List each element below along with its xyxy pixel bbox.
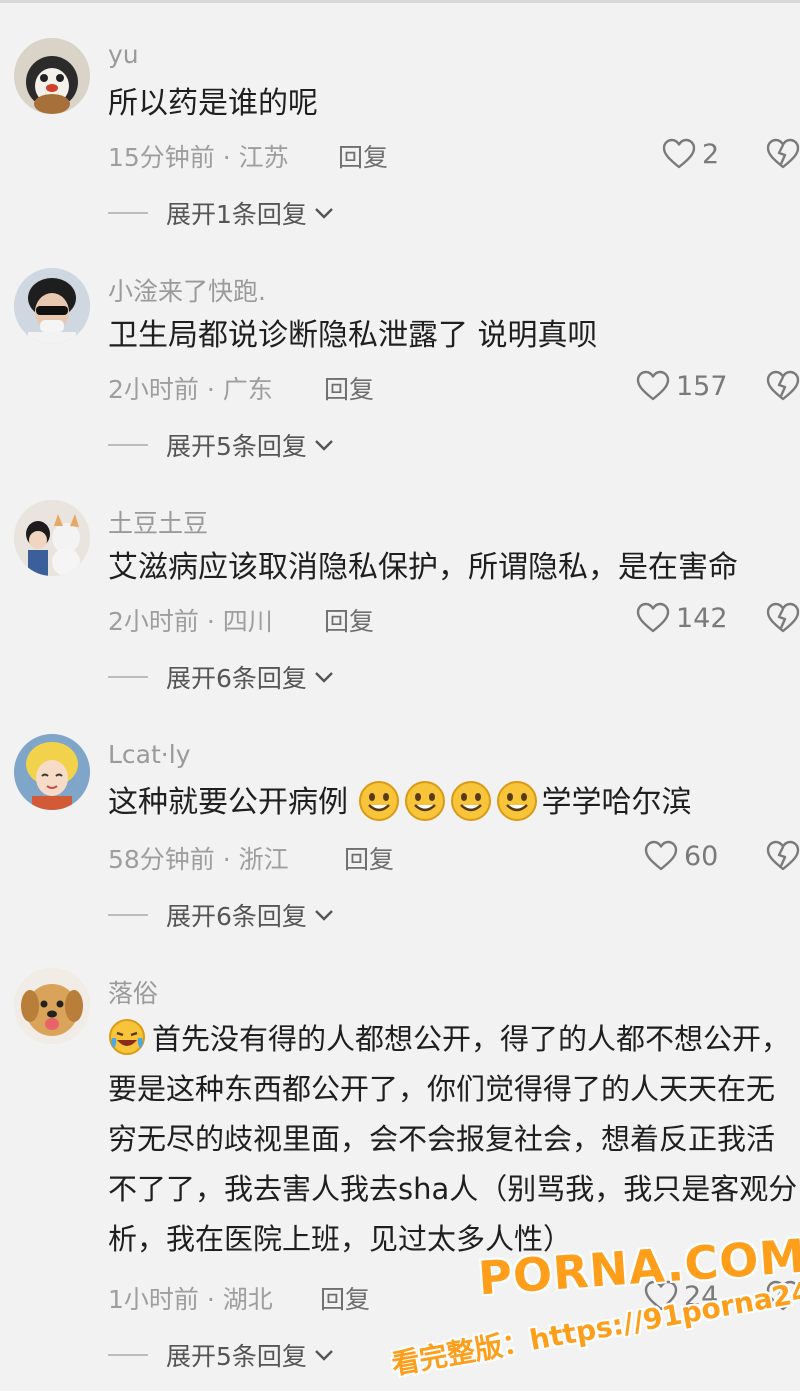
comment-text: 卫生局都说诊断隐私泄露了 说明真呗	[108, 318, 598, 353]
expand-replies-button[interactable]: 展开6条回复	[108, 898, 335, 932]
username[interactable]: 小淦来了快跑.	[108, 272, 266, 308]
heart-icon	[644, 840, 678, 871]
expand-label: 展开5条回复	[166, 432, 307, 461]
comment-text: 首先没有得的人都想公开，得了的人都不想公开，要是这种东西都公开了，你们觉得得了的…	[108, 1014, 800, 1264]
username[interactable]: yu	[108, 40, 139, 69]
comment-text-body: 首先没有得的人都想公开，得了的人都不想公开，要是这种东西都公开了，你们觉得得了的…	[108, 1022, 798, 1256]
smile-emoji-icon	[496, 780, 538, 822]
reply-button[interactable]: 回复	[338, 138, 388, 174]
like-count: 2	[702, 138, 720, 170]
comment-text-start: 这种就要公开病例	[108, 785, 348, 820]
smile-emoji-icon	[404, 780, 446, 822]
expand-replies-button[interactable]: 展开1条回复	[108, 196, 335, 230]
username[interactable]: Lcat·ly	[108, 740, 190, 769]
dislike-heart-icon	[766, 138, 800, 169]
like-button[interactable]: 2	[662, 136, 719, 172]
like-count: 142	[676, 602, 728, 634]
like-count: 157	[676, 370, 728, 402]
chevron-down-icon	[315, 1350, 333, 1361]
comment-meta: 2小时前 · 广东	[108, 375, 273, 404]
comment-text-end: 学学哈尔滨	[541, 785, 692, 820]
expand-label: 展开6条回复	[166, 902, 307, 931]
expand-divider	[108, 212, 148, 214]
smile-emoji-icon	[450, 780, 492, 822]
expand-label: 展开1条回复	[166, 200, 307, 229]
expand-divider	[108, 676, 148, 678]
dislike-button[interactable]	[766, 370, 800, 402]
comment-meta: 1小时前 · 湖北	[108, 1285, 273, 1314]
expand-divider	[108, 914, 148, 916]
reply-button[interactable]: 回复	[324, 602, 374, 638]
avatar[interactable]	[14, 734, 90, 810]
laugh-cry-emoji-icon	[108, 1018, 146, 1056]
comment-text: 所以药是谁的呢	[108, 86, 318, 121]
comment-item: 土豆土豆 艾滋病应该取消隐私保护，所谓隐私，是在害命 2小时前 · 四川 回复 …	[0, 498, 800, 698]
dislike-button[interactable]	[766, 138, 800, 170]
avatar-image	[14, 38, 90, 114]
dislike-button[interactable]	[766, 602, 800, 634]
reply-button[interactable]: 回复	[344, 840, 394, 876]
heart-icon	[662, 138, 696, 169]
expand-replies-button[interactable]: 展开5条回复	[108, 1338, 335, 1372]
avatar[interactable]	[14, 268, 90, 344]
chevron-down-icon	[315, 440, 333, 451]
like-count: 60	[684, 840, 719, 872]
like-button[interactable]: 60	[644, 838, 718, 874]
comment-meta: 15分钟前 · 江苏	[108, 143, 289, 172]
avatar[interactable]	[14, 38, 90, 114]
comment-item: 小淦来了快跑. 卫生局都说诊断隐私泄露了 说明真呗 2小时前 · 广东 回复 1…	[0, 266, 800, 466]
reply-button[interactable]: 回复	[324, 370, 374, 406]
username[interactable]: 土豆土豆	[108, 504, 208, 540]
comment-item: Lcat·ly 这种就要公开病例 学学哈尔滨 58分钟前 · 浙江 回复 60 …	[0, 734, 800, 934]
comment-item: yu 所以药是谁的呢 15分钟前 · 江苏 回复 2 展开1条回复	[0, 34, 800, 234]
dislike-heart-icon	[766, 370, 800, 401]
smile-emoji-icon	[358, 780, 400, 822]
username[interactable]: 落俗	[108, 974, 158, 1010]
comment-meta: 2小时前 · 四川	[108, 607, 273, 636]
heart-icon	[636, 370, 670, 401]
expand-label: 展开5条回复	[166, 1342, 307, 1371]
avatar-image	[14, 734, 90, 810]
avatar[interactable]	[14, 500, 90, 576]
comment-meta: 58分钟前 · 浙江	[108, 845, 289, 874]
avatar-image	[14, 268, 90, 344]
expand-replies-button[interactable]: 展开6条回复	[108, 660, 335, 694]
dislike-heart-icon	[766, 602, 800, 633]
comment-text: 艾滋病应该取消隐私保护，所谓隐私，是在害命	[108, 550, 738, 585]
expand-divider	[108, 1354, 148, 1356]
like-button[interactable]: 157	[636, 368, 728, 404]
chevron-down-icon	[315, 910, 333, 921]
chevron-down-icon	[315, 208, 333, 219]
heart-icon	[636, 602, 670, 633]
expand-divider	[108, 444, 148, 446]
dislike-button[interactable]	[766, 840, 800, 872]
dislike-heart-icon	[766, 840, 800, 871]
top-divider	[0, 0, 800, 3]
reply-button[interactable]: 回复	[320, 1280, 370, 1316]
avatar[interactable]	[14, 968, 90, 1044]
avatar-image	[14, 968, 90, 1044]
avatar-image	[14, 500, 90, 576]
like-button[interactable]: 142	[636, 600, 728, 636]
expand-label: 展开6条回复	[166, 664, 307, 693]
chevron-down-icon	[315, 672, 333, 683]
comment-text: 这种就要公开病例 学学哈尔滨	[108, 780, 800, 825]
expand-replies-button[interactable]: 展开5条回复	[108, 428, 335, 462]
